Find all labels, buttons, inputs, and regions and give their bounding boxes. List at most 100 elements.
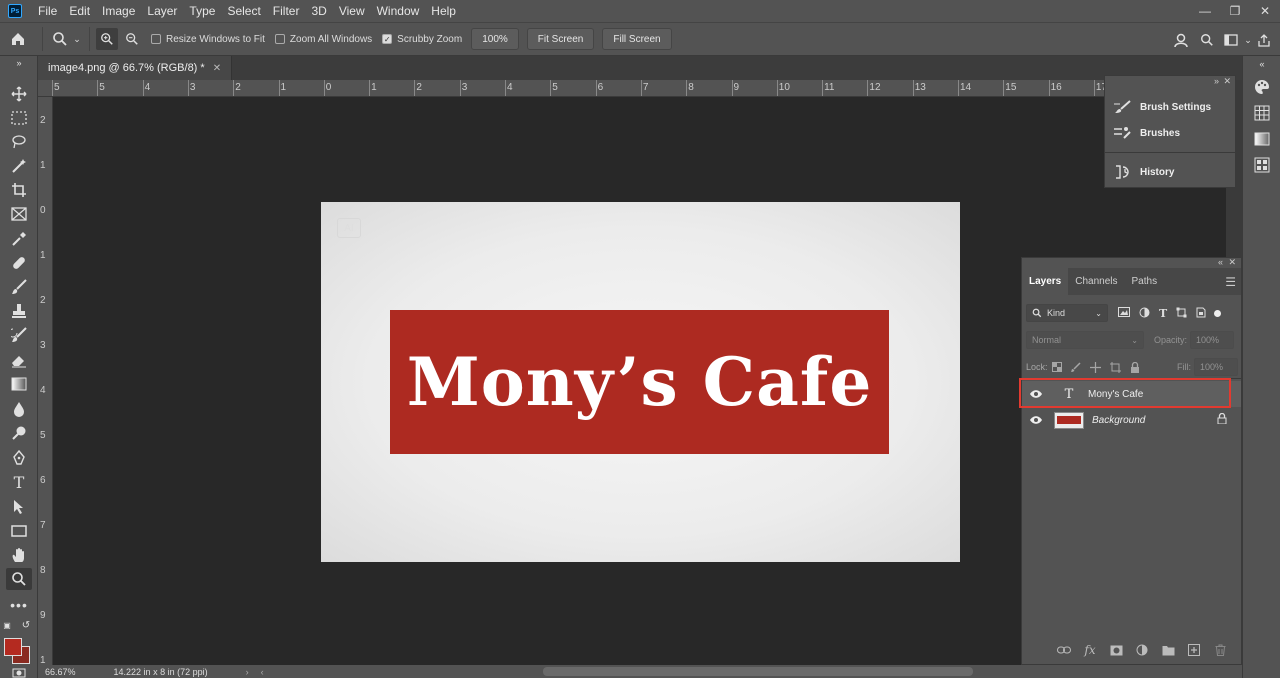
menu-filter[interactable]: Filter <box>267 4 306 18</box>
lock-transparent-icon[interactable] <box>1051 361 1062 372</box>
type-tool-icon[interactable]: T <box>6 471 32 493</box>
close-icon[interactable]: ✕ <box>1250 0 1280 22</box>
kind-filter-select[interactable]: Kind ⌄ <box>1026 304 1108 322</box>
add-mask-icon[interactable] <box>1103 645 1129 656</box>
tab-paths[interactable]: Paths <box>1125 268 1165 295</box>
fx-icon[interactable]: fx <box>1077 643 1103 657</box>
lock-pixels-icon[interactable] <box>1070 361 1081 372</box>
layer-row-background[interactable]: Background <box>1022 407 1241 433</box>
move-tool-icon[interactable] <box>6 83 32 105</box>
rectangle-tool-icon[interactable] <box>6 520 32 542</box>
resize-windows-checkbox[interactable]: Resize Windows to Fit <box>151 34 265 45</box>
history-brush-icon[interactable] <box>6 324 32 346</box>
menu-type[interactable]: Type <box>183 4 221 18</box>
patterns-icon[interactable] <box>1253 156 1271 174</box>
gradient-tool-icon[interactable] <box>6 373 32 395</box>
gradients-panel-icon[interactable] <box>1253 130 1271 148</box>
swap-colors-icon[interactable]: ↺ <box>20 620 32 631</box>
foreground-color-swatch[interactable] <box>4 638 22 656</box>
close-panel-icon[interactable]: ✕ <box>1228 257 1236 268</box>
menu-file[interactable]: File <box>32 4 63 18</box>
document-tab[interactable]: image4.png @ 66.7% (RGB/8) * ✕ <box>38 56 233 80</box>
fill-screen-button[interactable]: Fill Screen <box>602 28 672 50</box>
lock-all-icon[interactable] <box>1130 361 1140 373</box>
chevron-down-icon[interactable]: ⌄ <box>71 34 83 45</box>
restore-icon[interactable]: ❐ <box>1220 0 1250 22</box>
default-colors-icon[interactable]: ▣ <box>2 620 12 630</box>
status-arrow-icon[interactable]: › <box>246 667 249 677</box>
menu-layer[interactable]: Layer <box>141 4 183 18</box>
zoom-out-icon[interactable] <box>118 32 146 46</box>
swatches-icon[interactable] <box>1253 104 1271 122</box>
eye-visibility-icon[interactable] <box>1022 415 1050 425</box>
magic-wand-icon[interactable] <box>6 155 32 177</box>
document-canvas[interactable]: AI Mony’s Cafe <box>321 202 960 562</box>
shape-filter-icon[interactable] <box>1176 307 1187 318</box>
home-icon[interactable] <box>0 31 36 47</box>
menu-3d[interactable]: 3D <box>305 4 332 18</box>
color-palette-icon[interactable] <box>1253 78 1271 96</box>
lock-position-icon[interactable] <box>1089 361 1101 373</box>
panel-menu-icon[interactable]: ☰ <box>1225 268 1236 295</box>
pen-tool-icon[interactable] <box>6 447 32 469</box>
collapse-panel-icon[interactable]: » <box>1214 76 1219 86</box>
scroll-left-icon[interactable]: ‹ <box>261 667 264 677</box>
eraser-icon[interactable] <box>6 349 32 371</box>
brush-tool-icon[interactable] <box>6 276 32 298</box>
brushes-item[interactable]: Brushes <box>1113 126 1180 140</box>
workspace-icon[interactable] <box>1220 34 1242 46</box>
menu-image[interactable]: Image <box>96 4 141 18</box>
adjustment-layer-icon[interactable] <box>1129 644 1155 656</box>
zoom-100-button[interactable]: 100% <box>471 28 519 50</box>
dodge-tool-icon[interactable] <box>6 422 32 444</box>
zoom-tool-active-icon[interactable] <box>6 568 32 590</box>
new-layer-icon[interactable] <box>1181 644 1207 656</box>
pixel-filter-icon[interactable] <box>1118 306 1130 317</box>
chevron-down-icon[interactable]: ⌄ <box>1242 35 1254 46</box>
zoom-tool-icon[interactable] <box>49 31 71 47</box>
collapse-panel-icon[interactable]: « <box>1218 257 1223 267</box>
opacity-input[interactable]: 100% <box>1190 331 1235 349</box>
lock-artboard-icon[interactable] <box>1109 361 1121 373</box>
smart-object-filter-icon[interactable] <box>1196 307 1206 318</box>
horizontal-scrollbar-thumb[interactable] <box>543 667 973 676</box>
menu-window[interactable]: Window <box>371 4 426 18</box>
layer-lock-icon[interactable] <box>1217 412 1227 427</box>
stamp-tool-icon[interactable] <box>6 300 32 322</box>
eyedropper-icon[interactable] <box>6 228 32 250</box>
menu-select[interactable]: Select <box>221 4 266 18</box>
close-tab-icon[interactable]: ✕ <box>213 63 221 74</box>
menu-view[interactable]: View <box>333 4 371 18</box>
link-layers-icon[interactable] <box>1051 646 1077 654</box>
marquee-tool-icon[interactable] <box>6 107 32 129</box>
upload-icon[interactable] <box>1254 33 1274 47</box>
history-item[interactable]: History <box>1113 164 1174 180</box>
blur-tool-icon[interactable] <box>6 398 32 420</box>
frame-tool-icon[interactable] <box>6 203 32 225</box>
hand-tool-icon[interactable] <box>6 544 32 566</box>
path-selection-icon[interactable] <box>6 496 32 518</box>
crop-tool-icon[interactable] <box>6 179 32 201</box>
scrubby-zoom-checkbox[interactable]: ✓ Scrubby Zoom <box>382 34 462 45</box>
search-icon[interactable] <box>1194 33 1220 47</box>
share-user-icon[interactable] <box>1168 32 1194 48</box>
zoom-all-windows-checkbox[interactable]: Zoom All Windows <box>274 34 372 45</box>
zoom-in-icon[interactable] <box>96 28 118 50</box>
brush-settings-item[interactable]: Brush Settings <box>1113 100 1211 114</box>
new-group-icon[interactable] <box>1155 645 1181 656</box>
minimize-icon[interactable]: — <box>1190 0 1220 22</box>
blend-mode-select[interactable]: Normal ⌄ <box>1026 331 1144 349</box>
adjustment-filter-icon[interactable] <box>1139 307 1150 318</box>
expand-arrows-icon[interactable]: » <box>6 58 32 68</box>
lasso-tool-icon[interactable] <box>6 131 32 153</box>
tab-channels[interactable]: Channels <box>1068 268 1124 295</box>
type-filter-icon[interactable]: T <box>1159 307 1167 320</box>
menu-help[interactable]: Help <box>425 4 462 18</box>
fit-screen-button[interactable]: Fit Screen <box>526 28 595 50</box>
quick-mask-icon[interactable] <box>6 668 32 678</box>
menu-edit[interactable]: Edit <box>63 4 96 18</box>
collapse-arrows-icon[interactable]: « <box>1253 58 1271 70</box>
filter-toggle-icon[interactable] <box>1214 309 1222 317</box>
healing-brush-icon[interactable] <box>6 252 32 274</box>
tab-layers[interactable]: Layers <box>1022 268 1069 295</box>
